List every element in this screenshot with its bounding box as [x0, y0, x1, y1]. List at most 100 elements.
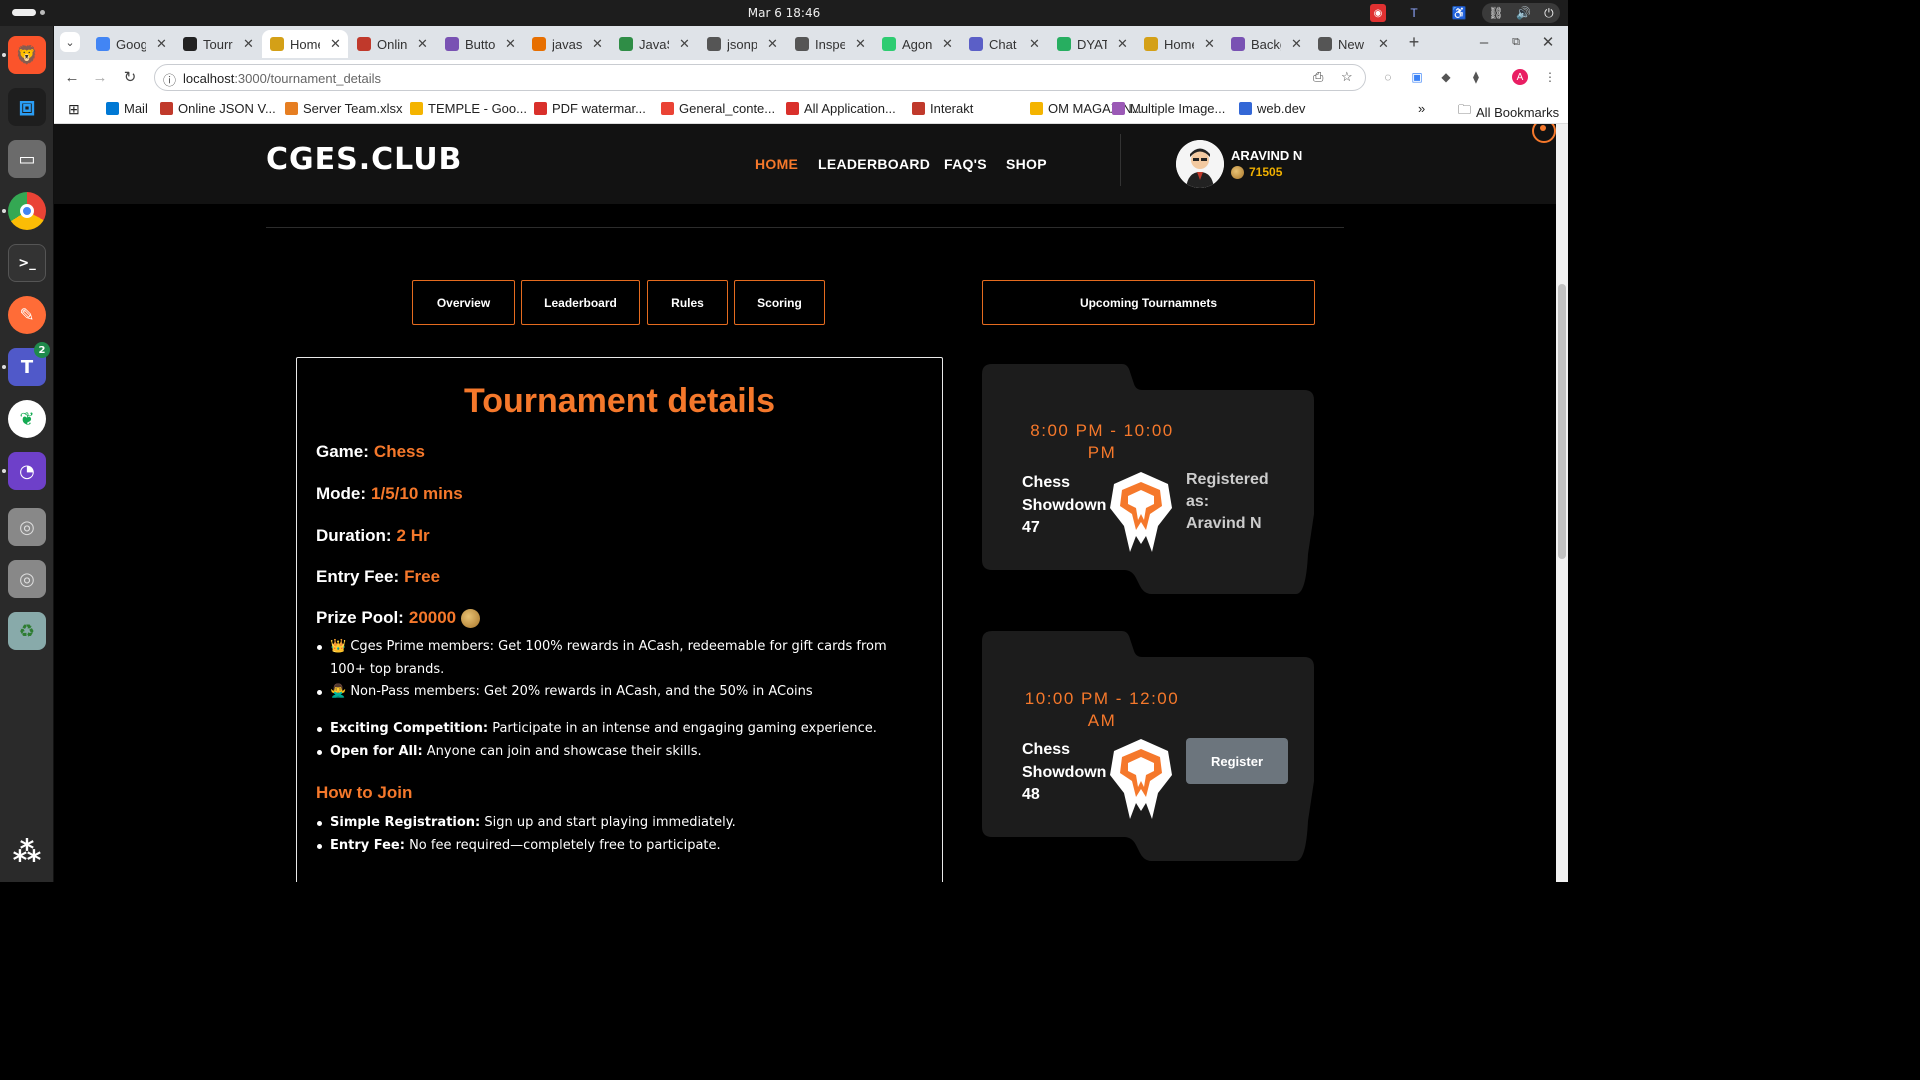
bookmark-item[interactable]: Mail	[106, 101, 148, 116]
nav-home[interactable]: HOME	[755, 156, 798, 172]
browser-tab[interactable]: Inspe ✕	[787, 30, 873, 58]
browser-menu-icon[interactable]: ⋮	[1542, 69, 1558, 85]
nav-faqs[interactable]: FAQ'S	[944, 156, 987, 172]
close-tab-icon[interactable]: ✕	[156, 36, 167, 52]
upcoming-card-47[interactable]: 8:00 PM - 10:00 PM Chess Showdown 47 Regist…	[982, 364, 1316, 596]
new-tab-button[interactable]: +	[1404, 32, 1424, 52]
site-logo[interactable]: CGES.CLUB	[266, 142, 462, 177]
browser-tab[interactable]: Home ✕	[262, 30, 348, 58]
terminal-icon[interactable]: >_	[8, 244, 46, 282]
tab-rules[interactable]: Rules	[647, 280, 728, 325]
all-bookmarks-folder[interactable]: 🗀 All Bookmarks	[1458, 101, 1559, 123]
maximize-button[interactable]: ⧉	[1506, 32, 1526, 52]
tab-search-button[interactable]: ⌄	[60, 32, 80, 52]
tab-leaderboard[interactable]: Leaderboard	[521, 280, 640, 325]
close-tab-icon[interactable]: ✕	[330, 36, 341, 52]
postman-icon[interactable]: ✎	[8, 296, 46, 334]
bookmark-item[interactable]: Server Team.xlsx	[285, 101, 402, 116]
browser-tab[interactable]: Backg ✕	[1223, 30, 1309, 58]
close-tab-icon[interactable]: ✕	[243, 36, 254, 52]
bookmark-item[interactable]: Interakt	[912, 101, 973, 116]
close-tab-icon[interactable]: ✕	[592, 36, 603, 52]
bookmark-item[interactable]: All Application...	[786, 101, 896, 116]
close-tab-icon[interactable]: ✕	[417, 36, 428, 52]
close-window-button[interactable]: ✕	[1538, 32, 1558, 52]
bookmark-item[interactable]: web.dev	[1239, 101, 1305, 116]
more-bookmarks-button[interactable]: »	[1418, 101, 1425, 116]
system-clock[interactable]: Mar 6 18:46	[0, 6, 1568, 20]
teams-tray-icon[interactable]: T	[1405, 4, 1423, 22]
close-tab-icon[interactable]: ✕	[1378, 36, 1389, 52]
nav-shop[interactable]: SHOP	[1006, 156, 1047, 172]
tab-scoring[interactable]: Scoring	[734, 280, 825, 325]
browser-tab[interactable]: New ✕	[1310, 30, 1396, 58]
trash-icon[interactable]: ♻	[8, 612, 46, 650]
bookmark-item[interactable]: PDF watermar...	[534, 101, 646, 116]
close-tab-icon[interactable]: ✕	[767, 36, 778, 52]
user-name[interactable]: ARAVIND N	[1231, 148, 1302, 163]
upcoming-tournaments-header[interactable]: Upcoming Tournamnets	[982, 280, 1315, 325]
bookmark-item[interactable]: General_conte...	[661, 101, 775, 116]
bookmark-item[interactable]: Multiple Image...	[1112, 101, 1225, 116]
reload-button[interactable]: ↻	[120, 67, 140, 87]
browser-tab[interactable]: Home ✕	[1136, 30, 1222, 58]
extension-icon-3[interactable]: ◆	[1438, 69, 1454, 85]
page-scrollbar[interactable]	[1556, 124, 1568, 882]
close-tab-icon[interactable]: ✕	[679, 36, 690, 52]
close-tab-icon[interactable]: ✕	[1117, 36, 1128, 52]
browser-tab[interactable]: Onlin ✕	[349, 30, 435, 58]
system-menu[interactable]: ⛓ 🔊 ⏻	[1482, 3, 1560, 23]
install-app-icon[interactable]: ⎙	[1313, 69, 1323, 85]
back-button[interactable]: ←	[62, 67, 82, 87]
tab-overview[interactable]: Overview	[412, 280, 515, 325]
chrome-icon[interactable]	[8, 192, 46, 230]
screen-record-icon[interactable]: ◉	[1370, 4, 1386, 22]
close-tab-icon[interactable]: ✕	[1029, 36, 1040, 52]
url-text[interactable]: localhost:3000/tournament_details	[183, 71, 381, 86]
notification-icon[interactable]	[1532, 124, 1556, 143]
github-desktop-icon[interactable]: ◔	[8, 452, 46, 490]
browser-tab[interactable]: Butto ✕	[437, 30, 523, 58]
mongodb-compass-icon[interactable]: ❦	[8, 400, 46, 438]
browser-tab[interactable]: Chat ✕	[961, 30, 1047, 58]
close-tab-icon[interactable]: ✕	[942, 36, 953, 52]
forward-button[interactable]: →	[90, 67, 110, 87]
show-apps-icon[interactable]: ⁂	[8, 832, 46, 870]
close-tab-icon[interactable]: ✕	[855, 36, 866, 52]
minimize-button[interactable]: –	[1474, 32, 1494, 52]
browser-tab[interactable]: javas ✕	[524, 30, 610, 58]
teams-icon[interactable]: T2	[8, 342, 50, 386]
extension-icon-2[interactable]: ▣	[1409, 69, 1425, 85]
register-button[interactable]: Register	[1186, 738, 1288, 784]
browser-tab[interactable]: DYAT ✕	[1049, 30, 1135, 58]
browser-tab[interactable]: Agon ✕	[874, 30, 960, 58]
browser-tab[interactable]: jsonp ✕	[699, 30, 785, 58]
site-info-icon[interactable]: ⓘ	[163, 70, 176, 89]
files-icon[interactable]: ▭	[8, 140, 46, 178]
scrollbar-thumb[interactable]	[1558, 284, 1566, 559]
tab-label: Chat	[989, 36, 1017, 52]
browser-tab[interactable]: JavaS ✕	[611, 30, 697, 58]
accessibility-icon[interactable]: ♿	[1450, 4, 1468, 22]
browser-tab[interactable]: Goog ✕	[88, 30, 174, 58]
apps-grid-icon[interactable]: ⊞	[68, 101, 80, 118]
close-tab-icon[interactable]: ✕	[505, 36, 516, 52]
bookmark-item[interactable]: TEMPLE - Goo...	[410, 101, 527, 116]
nav-leaderboard[interactable]: LEADERBOARD	[818, 156, 930, 172]
brave-browser-icon[interactable]: 🦁	[8, 36, 46, 74]
browser-tab[interactable]: Tourr ✕	[175, 30, 261, 58]
bookmark-item[interactable]: Online JSON V...	[160, 101, 276, 116]
disk-icon-2[interactable]: ◎	[8, 560, 46, 598]
bookmark-star-icon[interactable]: ☆	[1341, 69, 1353, 85]
user-avatar[interactable]	[1176, 140, 1224, 188]
extensions-puzzle-icon[interactable]: ⧫	[1468, 69, 1484, 85]
vscode-icon[interactable]: ⧈	[8, 88, 46, 126]
close-tab-icon[interactable]: ✕	[1204, 36, 1215, 52]
close-tab-icon[interactable]: ✕	[1291, 36, 1302, 52]
disk-icon[interactable]: ◎	[8, 508, 46, 546]
upcoming-card-48[interactable]: 10:00 PM - 12:00 AM Chess Showdown 48 Regis…	[982, 631, 1316, 863]
extension-icon-1[interactable]: ◌	[1380, 69, 1396, 85]
profile-avatar[interactable]: A	[1512, 69, 1528, 85]
address-bar[interactable]: ⓘ localhost:3000/tournament_details ⎙ ☆	[154, 64, 1366, 91]
chrome-icon	[1318, 37, 1332, 51]
